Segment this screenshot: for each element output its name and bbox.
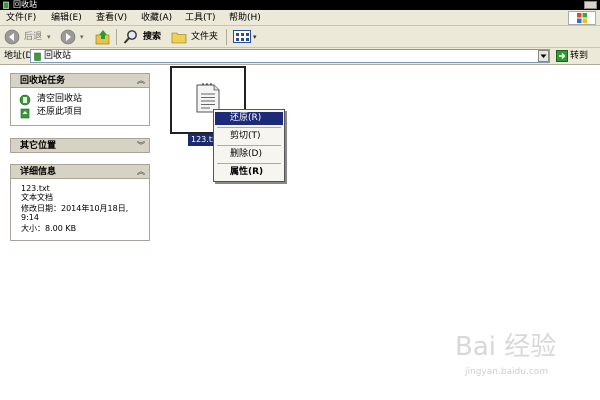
task-pane: 回收站任务 ︽ 清空回收站 还原此项目 其它位置 ︾ 详细信息 ︽ 123.tx… — [0, 66, 160, 400]
toolbar: 后退 ▾ ▾ 搜索 文件夹 ▾ — [0, 26, 600, 48]
detail-file-type: 文本文档 — [21, 193, 53, 202]
task-restore-item[interactable]: 还原此项目 — [37, 106, 82, 118]
expand-chevron-icon[interactable]: ︾ — [137, 140, 145, 152]
collapse-chevron-icon[interactable]: ︽ — [137, 166, 145, 178]
menu-file[interactable]: 文件(F) — [6, 12, 36, 24]
task-empty-recycle-bin[interactable]: 清空回收站 — [37, 93, 82, 105]
forward-arrow-icon[interactable] — [60, 29, 76, 45]
menu-tools[interactable]: 工具(T) — [185, 12, 216, 24]
watermark-brand: Bai 经验 — [455, 332, 557, 362]
back-label[interactable]: 后退 — [24, 31, 42, 43]
folders-icon[interactable] — [171, 30, 187, 44]
context-menu-properties[interactable]: 属性(R) — [215, 166, 283, 179]
watermark-url: jingyan.baidu.com — [465, 367, 549, 377]
toolbar-separator — [226, 29, 227, 45]
menu-bar: 文件(F) 编辑(E) 查看(V) 收藏(A) 工具(T) 帮助(H) — [0, 10, 600, 26]
up-folder-icon[interactable] — [95, 29, 111, 45]
panel-title: 回收站任务 — [20, 76, 66, 86]
details-body: 123.txt 文本文档 修改日期：2014年10月18日, 9:14 大小：8… — [10, 179, 150, 241]
menu-edit[interactable]: 编辑(E) — [51, 12, 82, 24]
recycle-bin-small-icon — [33, 52, 42, 61]
window-title: 回收站 — [13, 0, 37, 9]
detail-modified-time: 9:14 — [21, 213, 39, 222]
address-value: 回收站 — [44, 51, 72, 61]
address-bar: 地址(D) 回收站 — [0, 48, 600, 65]
menu-view[interactable]: 查看(V) — [96, 12, 127, 24]
recycle-bin-tasks-header[interactable]: 回收站任务 ︽ — [10, 73, 150, 88]
watermark: Bai 经验 jingyan.baidu.com — [455, 332, 595, 382]
menu-help[interactable]: 帮助(H) — [229, 12, 261, 24]
title-bar: 回收站 — [0, 0, 600, 10]
search-button[interactable]: 搜索 — [143, 31, 161, 43]
views-grid-icon[interactable] — [233, 30, 251, 43]
forward-dropdown-icon[interactable]: ▾ — [80, 31, 84, 43]
toolbar-separator — [116, 29, 117, 45]
menu-separator — [217, 127, 281, 128]
menu-separator — [217, 163, 281, 164]
recycle-bin-tasks-body: 清空回收站 还原此项目 — [10, 88, 150, 126]
folders-button[interactable]: 文件夹 — [191, 31, 218, 43]
go-label: 转到 — [570, 51, 589, 61]
back-dropdown-icon[interactable]: ▾ — [47, 31, 51, 43]
go-button[interactable]: 转到 — [556, 50, 596, 63]
details-header[interactable]: 详细信息 ︽ — [10, 164, 150, 179]
go-arrow-icon — [556, 50, 568, 62]
views-dropdown-icon[interactable]: ▾ — [253, 31, 257, 43]
menu-favorites[interactable]: 收藏(A) — [141, 12, 172, 24]
empty-recycle-bin-icon — [19, 94, 31, 106]
address-input[interactable]: 回收站 — [30, 49, 550, 63]
panel-title: 其它位置 — [20, 141, 57, 151]
context-menu-cut[interactable]: 剪切(T) — [215, 130, 283, 143]
menu-separator — [217, 145, 281, 146]
context-menu: 还原(R) 剪切(T) 删除(D) 属性(R) — [213, 109, 285, 182]
panel-title: 详细信息 — [20, 167, 57, 177]
address-dropdown-button[interactable] — [538, 50, 549, 62]
back-arrow-icon[interactable] — [4, 29, 20, 45]
window-control-button[interactable] — [584, 1, 597, 9]
windows-logo-icon — [568, 11, 596, 25]
context-menu-restore[interactable]: 还原(R) — [215, 112, 283, 125]
recycle-bin-icon — [2, 1, 10, 9]
restore-item-icon — [19, 107, 31, 119]
context-menu-delete[interactable]: 删除(D) — [215, 148, 283, 161]
search-icon[interactable] — [123, 29, 139, 45]
detail-file-size: 大小：8.00 KB — [21, 224, 77, 233]
other-places-header[interactable]: 其它位置 ︾ — [10, 138, 150, 153]
collapse-chevron-icon[interactable]: ︽ — [137, 75, 145, 87]
